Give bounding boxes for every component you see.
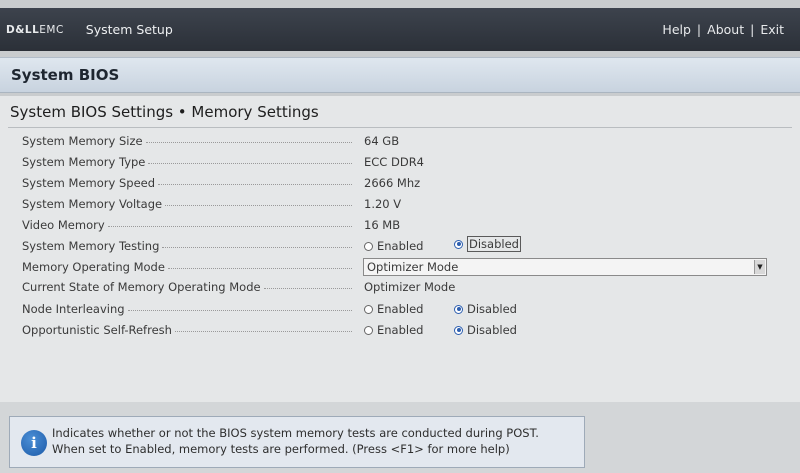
self-refresh-disabled-radio[interactable]: Disabled [454, 320, 517, 340]
self-refresh-options: Enabled Disabled [364, 320, 517, 340]
setting-label: System Memory Voltage [22, 197, 163, 211]
node-interleaving-options: Enabled Disabled [364, 299, 517, 319]
top-links: Help | About | Exit [662, 22, 784, 37]
page-title: System BIOS [11, 66, 120, 84]
setting-label: System Memory Speed [22, 176, 156, 190]
divider [8, 127, 792, 128]
exit-link[interactable]: Exit [760, 22, 784, 37]
setting-row-self-refresh: Opportunistic Self-Refresh Enabled Disab… [22, 320, 772, 340]
radio-unchecked-icon [364, 241, 373, 251]
setting-row-memory-voltage: System Memory Voltage 1.20 V [22, 194, 772, 214]
setting-label: Opportunistic Self-Refresh [22, 323, 172, 337]
top-bar: D&LLEMC System Setup Help | About | Exit [0, 8, 800, 51]
video-memory-value: 16 MB [364, 218, 401, 232]
radio-unchecked-icon [364, 304, 373, 314]
setting-label: System Memory Size [22, 134, 143, 148]
radio-checked-icon [454, 325, 463, 335]
info-icon: i [21, 430, 47, 456]
app-title: System Setup [85, 22, 173, 37]
page-header: System BIOS [0, 57, 800, 93]
memory-size-value: 64 GB [364, 134, 400, 148]
setting-label: Video Memory [22, 218, 105, 232]
setting-row-memory-speed: System Memory Speed 2666 Mhz [22, 173, 772, 193]
help-box: i Indicates whether or not the BIOS syst… [9, 416, 585, 468]
help-area: i Indicates whether or not the BIOS syst… [0, 402, 800, 473]
node-interleaving-disabled-radio[interactable]: Disabled [454, 299, 517, 319]
node-interleaving-enabled-radio[interactable]: Enabled [364, 299, 423, 319]
memory-voltage-value: 1.20 V [364, 197, 402, 211]
setting-row-node-interleaving: Node Interleaving Enabled Disabled [22, 299, 772, 319]
setting-row-memory-size: System Memory Size 64 GB [22, 131, 772, 151]
current-mode-value: Optimizer Mode [364, 280, 456, 294]
setting-row-current-mode: Current State of Memory Operating Mode O… [22, 277, 772, 297]
setting-label: Memory Operating Mode [22, 260, 165, 274]
setting-row-memory-testing: System Memory Testing Enabled Disabled [22, 236, 772, 256]
dell-emc-logo: D&LLEMC [6, 23, 64, 36]
setting-label: System Memory Testing [22, 239, 160, 253]
memory-speed-value: 2666 Mhz [364, 176, 421, 190]
setting-label: Current State of Memory Operating Mode [22, 280, 261, 294]
memory-testing-disabled-radio[interactable]: Disabled [454, 236, 521, 252]
setting-row-video-memory: Video Memory 16 MB [22, 215, 772, 235]
setting-label: System Memory Type [22, 155, 146, 169]
setting-row-operating-mode: Memory Operating Mode Optimizer Mode ▼ [22, 257, 772, 277]
radio-checked-icon [454, 239, 463, 249]
help-link[interactable]: Help [662, 22, 691, 37]
memory-testing-options: Enabled Disabled [364, 236, 521, 256]
self-refresh-enabled-radio[interactable]: Enabled [364, 320, 423, 340]
about-link[interactable]: About [707, 22, 744, 37]
breadcrumb: System BIOS Settings • Memory Settings [10, 103, 319, 121]
radio-unchecked-icon [364, 325, 373, 335]
operating-mode-select[interactable]: Optimizer Mode ▼ [363, 258, 767, 276]
memory-type-value: ECC DDR4 [364, 155, 424, 169]
settings-panel: System BIOS Settings • Memory Settings S… [0, 96, 800, 402]
memory-testing-enabled-radio[interactable]: Enabled [364, 236, 423, 256]
setting-row-memory-type: System Memory Type ECC DDR4 [22, 152, 772, 172]
dropdown-arrow-icon[interactable]: ▼ [754, 260, 765, 274]
setting-label: Node Interleaving [22, 302, 125, 316]
radio-checked-icon [454, 304, 463, 314]
help-text: Indicates whether or not the BIOS system… [52, 426, 539, 456]
